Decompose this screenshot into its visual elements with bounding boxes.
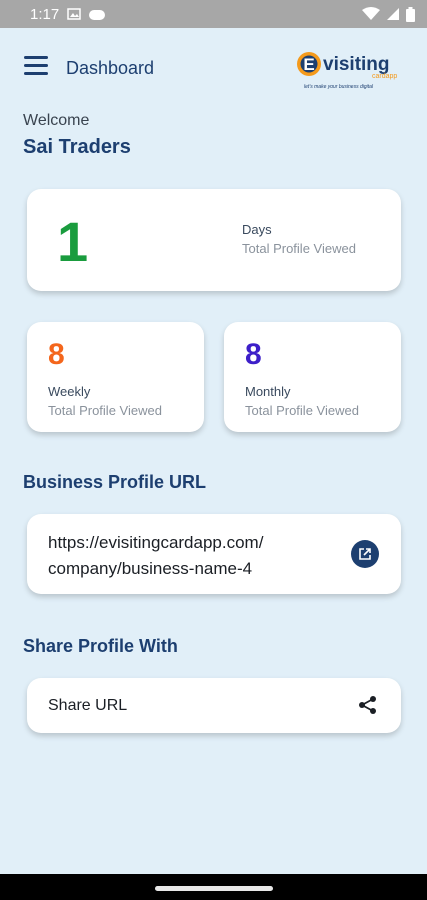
days-period-label: Days [242, 222, 272, 237]
home-gesture-handle[interactable] [155, 886, 273, 891]
photo-icon [67, 8, 81, 20]
dashboard-screen: Dashboard E visiting cardapp let's make … [0, 28, 427, 874]
share-profile-heading: Share Profile With [23, 636, 178, 656]
weekly-period-label: Weekly [48, 384, 91, 399]
svg-text:let's make your business digit: let's make your business digital [304, 84, 374, 90]
days-views-count: 1 [57, 210, 89, 273]
weekly-views-card: 8 Weekly Total Profile Viewed [27, 322, 204, 432]
share-icon[interactable] [357, 694, 379, 716]
status-bar: 1:17 [0, 0, 427, 28]
svg-text:cardapp: cardapp [372, 73, 397, 80]
welcome-label: Welcome [23, 112, 90, 129]
weekly-description: Total Profile Viewed [48, 403, 162, 418]
business-url-text[interactable]: https://evisitingcardapp.com/ company/bu… [48, 530, 328, 582]
days-description: Total Profile Viewed [242, 241, 356, 256]
wifi-icon [362, 7, 380, 20]
business-url-line-2: company/business-name-4 [48, 559, 253, 578]
business-url-card: https://evisitingcardapp.com/ company/bu… [27, 514, 401, 594]
monthly-views-card: 8 Monthly Total Profile Viewed [224, 322, 401, 432]
signal-icon [387, 8, 399, 20]
page-title: Dashboard [66, 58, 155, 78]
external-link-icon [359, 548, 371, 560]
monthly-period-label: Monthly [245, 384, 291, 399]
business-url-heading: Business Profile URL [23, 472, 207, 492]
system-nav-bar [0, 874, 427, 900]
app-bar: Dashboard E visiting cardapp let's make … [0, 28, 427, 108]
svg-text:visiting: visiting [323, 54, 390, 75]
monthly-description: Total Profile Viewed [245, 403, 359, 418]
share-url-label: Share URL [48, 697, 128, 714]
company-name: Sai Traders [23, 136, 131, 158]
status-time: 1:17 [30, 5, 60, 23]
days-views-card: 1 Days Total Profile Viewed [27, 189, 401, 291]
battery-icon [406, 6, 415, 22]
share-url-row[interactable]: Share URL [27, 678, 401, 733]
open-link-button[interactable] [351, 540, 379, 568]
svg-text:E: E [303, 55, 314, 74]
cloud-icon [89, 10, 106, 20]
business-url-line-1: https://evisitingcardapp.com/ [48, 533, 264, 552]
weekly-views-count: 8 [48, 338, 65, 371]
monthly-views-count: 8 [245, 338, 262, 371]
menu-icon[interactable] [24, 56, 54, 78]
evisiting-logo: E visiting cardapp let's make your busin… [297, 52, 397, 90]
